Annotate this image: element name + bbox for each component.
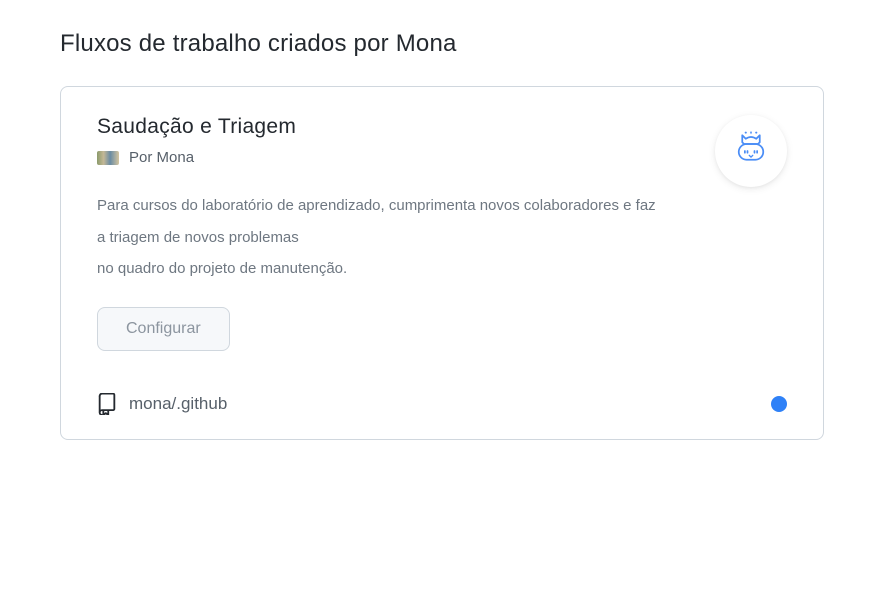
avatar xyxy=(97,151,119,165)
page-title: Fluxos de trabalho criados por Mona xyxy=(60,30,824,58)
repo-path: mona/.github xyxy=(129,394,227,414)
description-line-2: no quadro do projeto de manutenção. xyxy=(97,260,347,277)
workflow-title: Saudação e Triagem xyxy=(97,115,787,139)
mona-badge xyxy=(715,115,787,187)
repo-icon xyxy=(97,393,117,415)
status-indicator xyxy=(771,396,787,412)
mona-icon xyxy=(730,130,772,172)
configure-button[interactable]: Configurar xyxy=(97,307,230,351)
workflow-description: Para cursos do laboratório de aprendizad… xyxy=(97,190,657,285)
description-line-1: Para cursos do laboratório de aprendizad… xyxy=(97,197,656,246)
byline-text: Por Mona xyxy=(129,149,194,166)
workflow-card: Saudação e Triagem Por Mona Para cursos … xyxy=(60,86,824,440)
card-footer: mona/.github xyxy=(97,393,787,415)
repo-reference[interactable]: mona/.github xyxy=(97,393,227,415)
workflow-byline: Por Mona xyxy=(97,149,787,166)
